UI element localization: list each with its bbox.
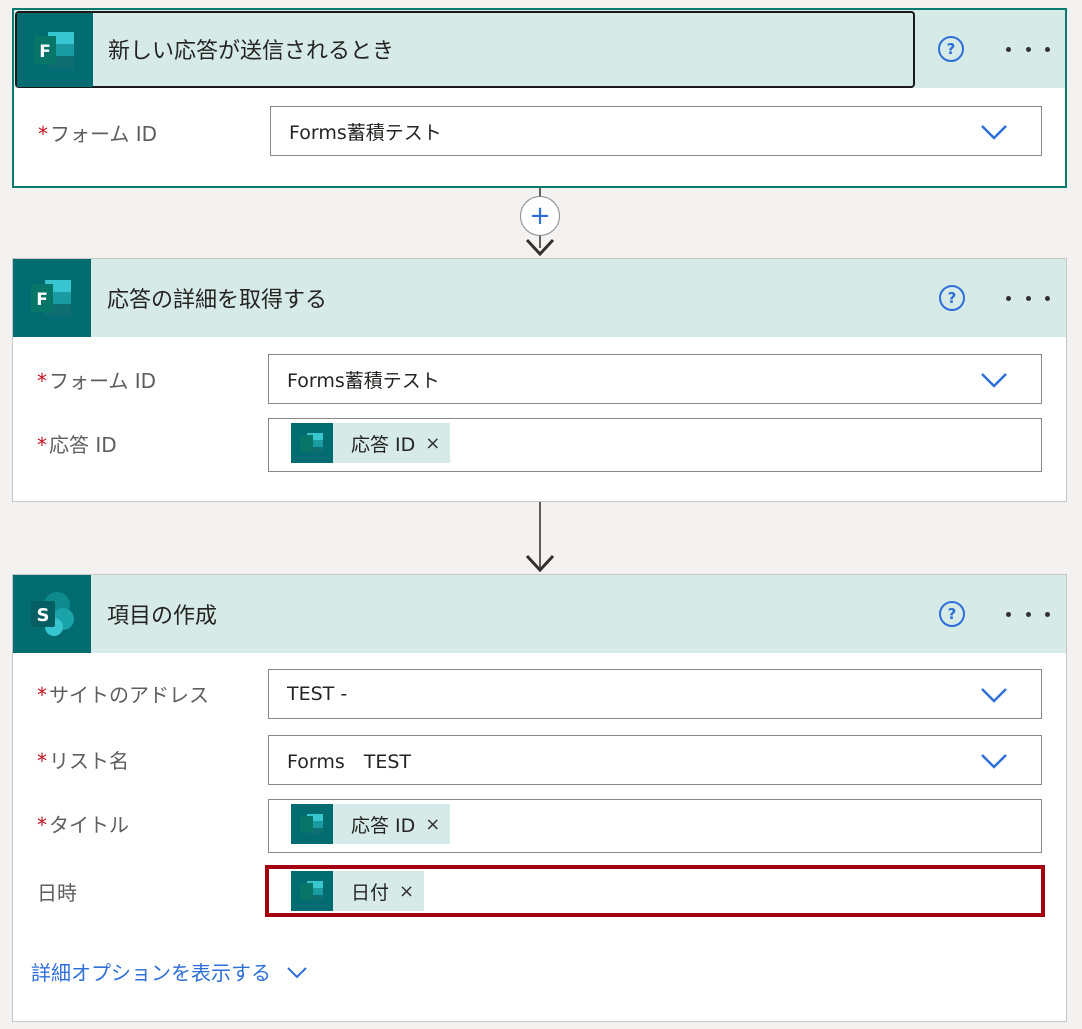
step-card-create-item[interactable]: S 項目の作成 ? * サイトのアドレス TEST - * リスト名 Forms T… xyxy=(12,574,1067,1022)
field-label-datetime: 日時 xyxy=(37,881,77,905)
highlight-annotation xyxy=(265,865,1045,917)
arrow-down-icon xyxy=(525,554,555,573)
token-remove-icon[interactable]: × xyxy=(425,433,440,454)
forms-icon xyxy=(291,423,333,463)
step-header[interactable]: S 項目の作成 ? xyxy=(13,575,1066,653)
field-label-site-address: * サイトのアドレス xyxy=(37,683,209,707)
form-id-dropdown[interactable]: Forms蓄積テスト xyxy=(268,354,1042,404)
title-input[interactable]: 応答 ID × xyxy=(268,799,1042,853)
dynamic-token[interactable]: 応答 ID × xyxy=(291,423,451,463)
site-address-dropdown[interactable]: TEST - xyxy=(268,669,1042,719)
token-remove-icon[interactable]: × xyxy=(425,814,440,835)
dropdown-value: TEST - xyxy=(287,683,348,705)
field-label-response-id: * 応答 ID xyxy=(37,433,117,457)
sharepoint-icon: S xyxy=(13,575,91,653)
token-label: 応答 ID xyxy=(351,814,416,837)
help-icon[interactable]: ? xyxy=(938,36,964,62)
show-advanced-options-link[interactable]: 詳細オプションを表示する xyxy=(31,957,309,986)
more-options-icon[interactable] xyxy=(1006,288,1050,308)
step-title: 項目の作成 xyxy=(107,604,218,629)
step-title: 応答の詳細を取得する xyxy=(107,288,328,313)
token-label: 応答 ID xyxy=(351,433,416,456)
form-id-dropdown[interactable]: Forms蓄積テスト xyxy=(270,106,1042,156)
help-icon[interactable]: ? xyxy=(939,601,965,627)
field-label-form-id: * フォーム ID xyxy=(38,122,158,146)
forms-icon: F xyxy=(13,259,91,337)
more-options-icon[interactable] xyxy=(1006,39,1050,59)
svg-text:S: S xyxy=(37,605,50,626)
field-label-title: * タイトル xyxy=(37,813,129,837)
forms-icon: F xyxy=(17,13,93,87)
dropdown-value: Forms蓄積テスト xyxy=(289,121,442,144)
field-label-list-name: * リスト名 xyxy=(37,749,129,773)
response-id-input[interactable]: 応答 ID × xyxy=(268,418,1042,472)
list-name-dropdown[interactable]: Forms TEST xyxy=(268,735,1042,785)
step-card-get-response[interactable]: F 応答の詳細を取得する ? * フォーム ID Forms蓄積テスト * 応答 I… xyxy=(12,258,1067,502)
dynamic-token[interactable]: 応答 ID × xyxy=(291,804,451,844)
chevron-down-icon xyxy=(287,966,307,978)
svg-text:F: F xyxy=(36,290,48,310)
chevron-down-icon[interactable] xyxy=(979,682,1009,706)
step-header[interactable]: F 応答の詳細を取得する ? xyxy=(13,259,1066,337)
forms-icon xyxy=(291,804,333,844)
dropdown-value: Forms蓄積テスト xyxy=(287,369,440,392)
chevron-down-icon[interactable] xyxy=(979,748,1009,772)
help-icon[interactable]: ? xyxy=(939,285,965,311)
dropdown-value: Forms TEST xyxy=(287,750,412,773)
chevron-down-icon[interactable] xyxy=(979,119,1009,143)
add-step-button[interactable]: + xyxy=(520,196,560,236)
step-card-trigger[interactable]: F 新しい応答が送信されるとき ? * フォーム ID Forms蓄積テスト xyxy=(12,8,1067,188)
svg-text:F: F xyxy=(39,42,51,62)
step-header[interactable]: F 新しい応答が送信されるとき ? xyxy=(14,10,1065,88)
more-options-icon[interactable] xyxy=(1006,604,1050,624)
step-title: 新しい応答が送信されるとき xyxy=(108,39,395,64)
arrow-down-icon xyxy=(525,238,555,257)
chevron-down-icon[interactable] xyxy=(979,367,1009,391)
field-label-form-id: * フォーム ID xyxy=(37,369,157,393)
